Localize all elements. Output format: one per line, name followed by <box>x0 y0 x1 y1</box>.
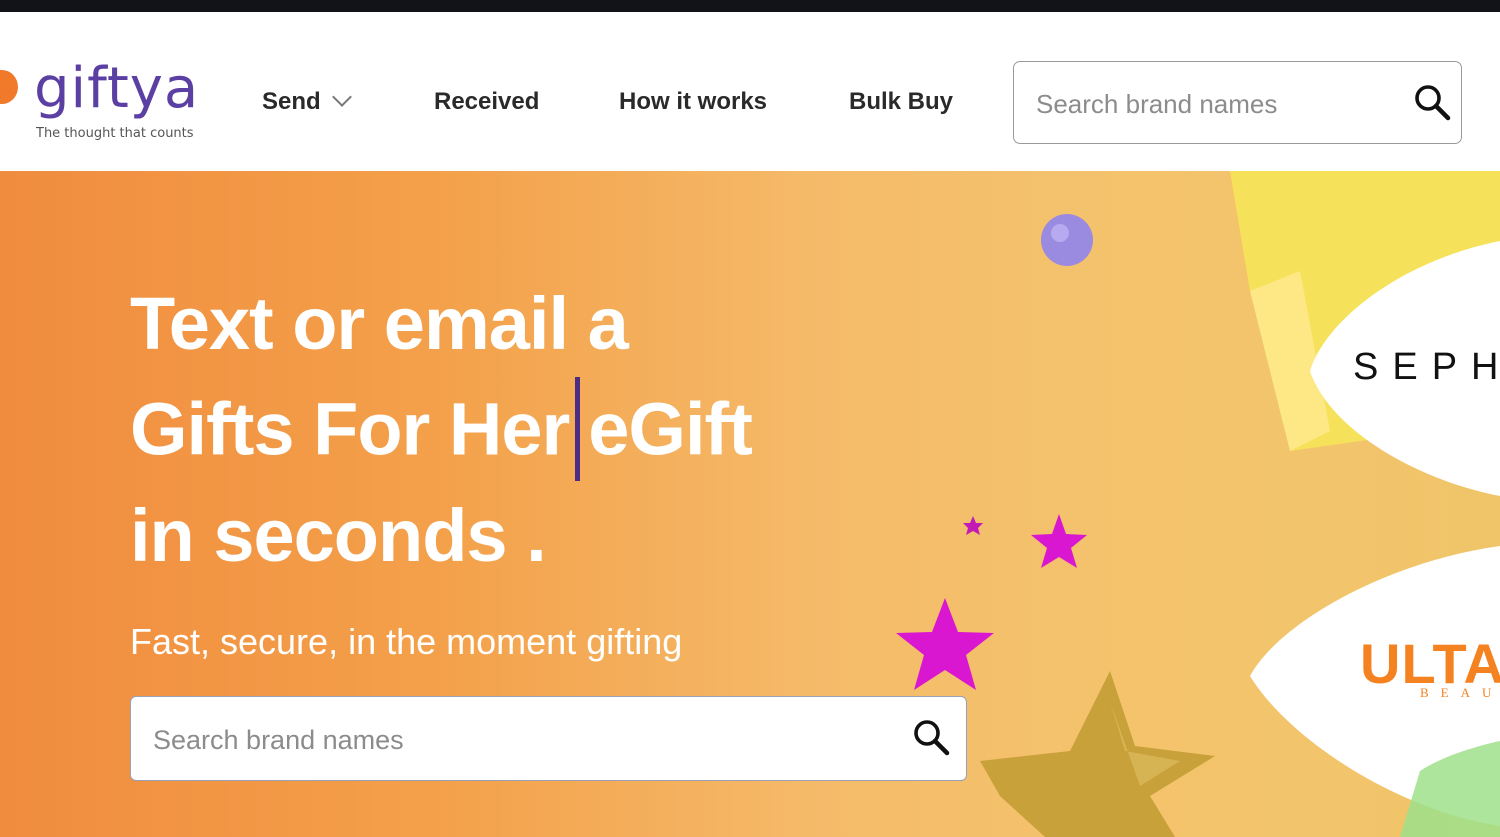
hero-banner: SEPHO ULTA BEAU Text or email a Gifts Fo… <box>0 171 1500 837</box>
logo-wordmark: giftya <box>34 56 200 121</box>
chevron-down-icon <box>331 87 352 107</box>
browser-top-bar <box>0 0 1500 12</box>
hero-headline-line2: Gifts For Her eGift <box>130 377 753 487</box>
sephora-logo[interactable]: SEPHO <box>1353 346 1500 389</box>
nav-send[interactable]: Send <box>262 87 352 118</box>
search-icon[interactable] <box>911 717 953 759</box>
hero-subtitle: Fast, secure, in the moment gifting <box>130 621 683 662</box>
search-icon[interactable] <box>1412 82 1452 122</box>
purple-ball-shine <box>1051 224 1069 242</box>
hero-typed-text: Gifts For Her <box>130 387 570 471</box>
site-header: giftya The thought that counts Send Rece… <box>0 12 1500 171</box>
header-search-box <box>1013 61 1462 144</box>
giftya-logo[interactable]: giftya The thought that counts <box>0 52 220 152</box>
ulta-logo-subtext: BEAU <box>1420 685 1500 700</box>
nav-how-it-works[interactable]: How it works <box>619 88 767 118</box>
magenta-star-large <box>896 598 994 690</box>
hero-headline-egift: eGift <box>588 387 753 471</box>
hero-search-input[interactable] <box>151 719 895 761</box>
hero-headline-line1: Text or email a <box>130 282 629 365</box>
hero-headline-line3: in seconds . <box>130 494 547 577</box>
typing-caret <box>575 377 581 481</box>
nav-bulk-buy[interactable]: Bulk Buy <box>849 88 953 118</box>
purple-ball <box>1041 214 1093 266</box>
gold-glitter-star <box>980 671 1215 837</box>
logo-dot <box>0 70 18 104</box>
magenta-star-small <box>963 516 983 535</box>
nav-received[interactable]: Received <box>434 88 539 118</box>
logo-tagline: The thought that counts <box>36 126 194 141</box>
magenta-star-medium <box>1031 514 1087 568</box>
header-search-input[interactable] <box>1034 84 1398 124</box>
nav-send-label: Send <box>262 88 321 115</box>
hero-search-box <box>130 696 967 781</box>
